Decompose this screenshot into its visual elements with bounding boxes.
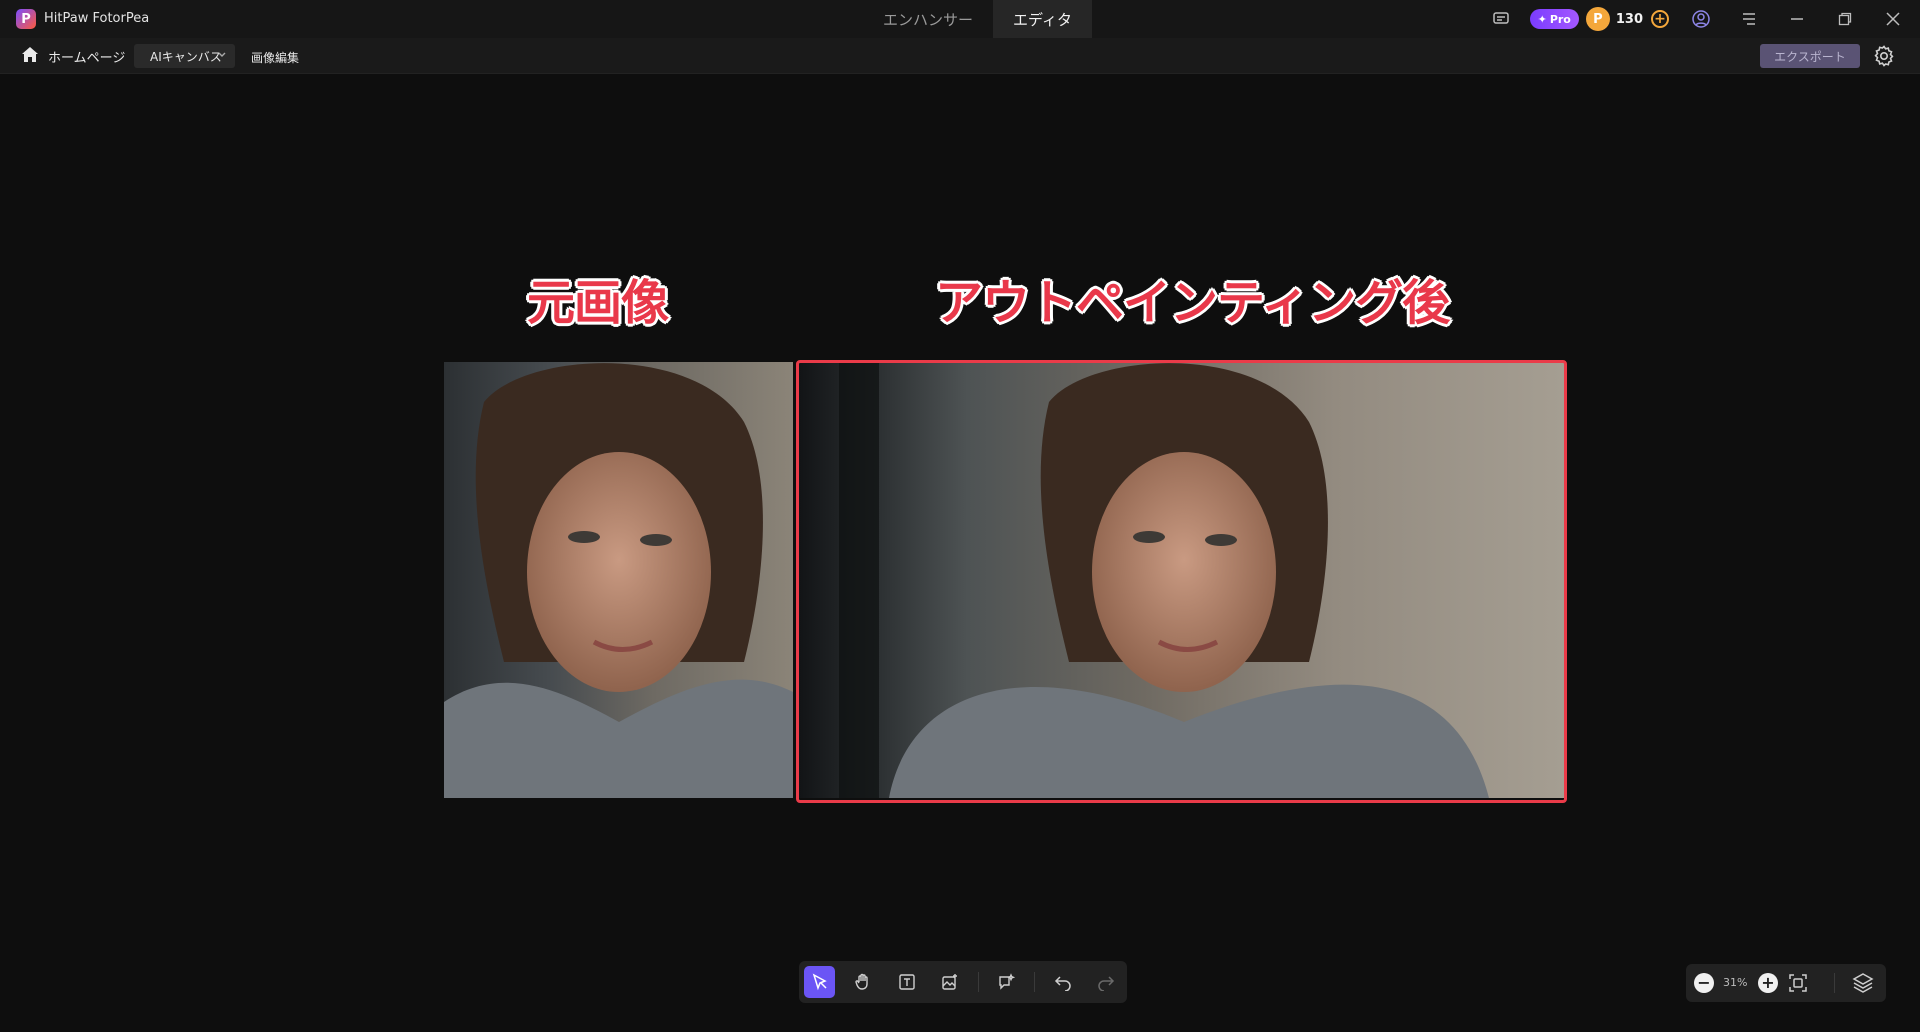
hand-icon[interactable] (847, 966, 878, 998)
pro-badge[interactable]: ✦ Pro (1529, 9, 1579, 29)
canvas-tools (799, 961, 1127, 1003)
canvas-mode-value: AIキャンバス (150, 49, 222, 64)
fit-screen-icon[interactable] (1787, 972, 1809, 994)
select-arrow-icon[interactable] (804, 966, 836, 998)
title-bar: P HitPaw FotorPea エンハンサー エディタ ✦ Pro P 130… (0, 0, 1920, 38)
chevron-down-icon (217, 48, 227, 65)
titlebar-actions: ✦ Pro P 130 + (1489, 0, 1920, 38)
zoom-separator (1834, 973, 1835, 993)
zoom-in-icon[interactable]: + (1758, 973, 1778, 993)
outpainted-image-highlight (796, 360, 1567, 803)
tool-separator (977, 972, 979, 992)
close-icon[interactable] (1881, 7, 1905, 31)
app-title: HitPaw FotorPea (44, 11, 150, 26)
add-image-icon[interactable] (934, 966, 965, 998)
app-logo: P (16, 9, 36, 29)
zoom-out-icon[interactable]: − (1694, 973, 1714, 993)
layers-icon[interactable] (1851, 971, 1875, 995)
outpainted-image-label: アウトペインティング後 (935, 275, 1450, 331)
gear-icon[interactable] (1872, 44, 1896, 68)
original-image[interactable] (444, 362, 793, 798)
menu-icon[interactable] (1737, 7, 1761, 31)
canvas-mode-select[interactable]: AIキャンバス (134, 44, 235, 68)
undo-icon[interactable] (1047, 966, 1078, 998)
feedback-icon[interactable] (1489, 7, 1513, 31)
export-button[interactable]: エクスポート (1760, 44, 1860, 68)
zoom-controls: − 31% + (1686, 964, 1886, 1002)
image-edit-link[interactable]: 画像編集 (251, 49, 299, 66)
ai-chat-icon[interactable] (991, 966, 1022, 998)
home-button[interactable]: ホームページ (22, 44, 125, 68)
coin-icon: P (1585, 7, 1610, 31)
account-icon[interactable] (1689, 7, 1713, 31)
home-label: ホームページ (48, 50, 126, 66)
coin-count: 130 (1615, 11, 1643, 27)
original-image-label: 元画像 (527, 275, 669, 331)
restore-icon[interactable] (1833, 7, 1857, 31)
tab-enhancer[interactable]: エンハンサー (863, 0, 993, 38)
tab-editor[interactable]: エディタ (993, 0, 1092, 38)
text-icon[interactable] (891, 966, 922, 998)
sparkle-icon: ✦ (1537, 12, 1547, 26)
minimize-icon[interactable] (1785, 7, 1809, 31)
top-toolbar: ホームページ AIキャンバス 画像編集 エクスポート (0, 38, 1920, 74)
tool-separator (1034, 972, 1036, 992)
redo-icon[interactable] (1091, 966, 1122, 998)
home-icon (22, 46, 38, 66)
zoom-value: 31% (1723, 976, 1748, 989)
add-coins-button[interactable]: + (1651, 10, 1669, 28)
mode-tabs: エンハンサー エディタ (863, 0, 1092, 38)
